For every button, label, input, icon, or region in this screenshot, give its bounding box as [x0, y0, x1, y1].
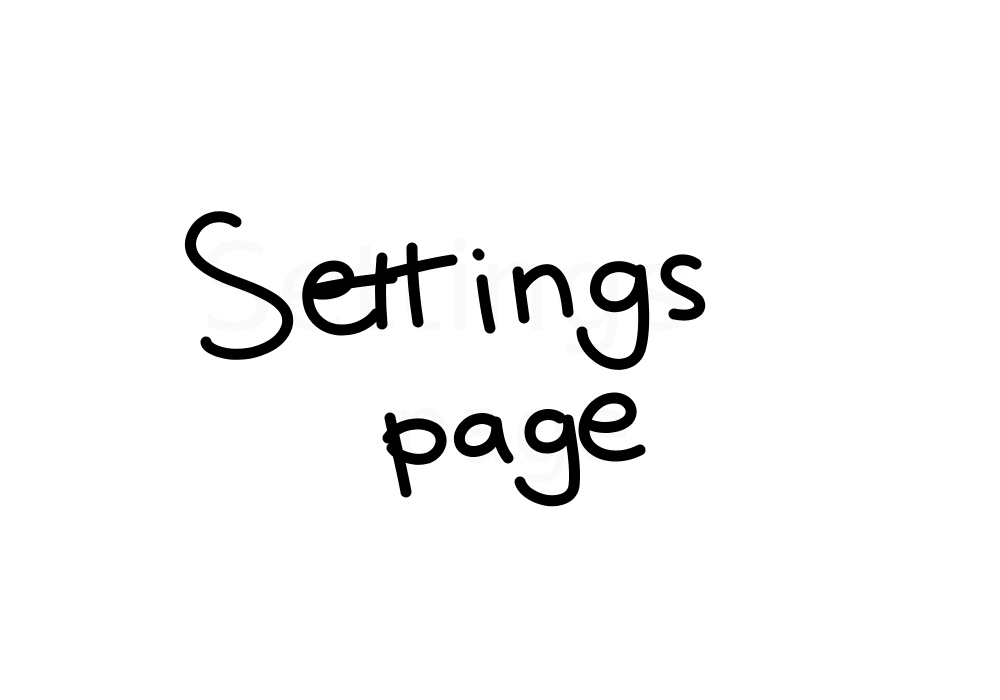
sketch-canvas: Settings page [0, 0, 1000, 700]
handwritten-note-line-1: Settings [199, 220, 691, 359]
handwritten-note: Settings Settings page [185, 211, 706, 507]
handwritten-note-line-2: page [392, 373, 632, 485]
